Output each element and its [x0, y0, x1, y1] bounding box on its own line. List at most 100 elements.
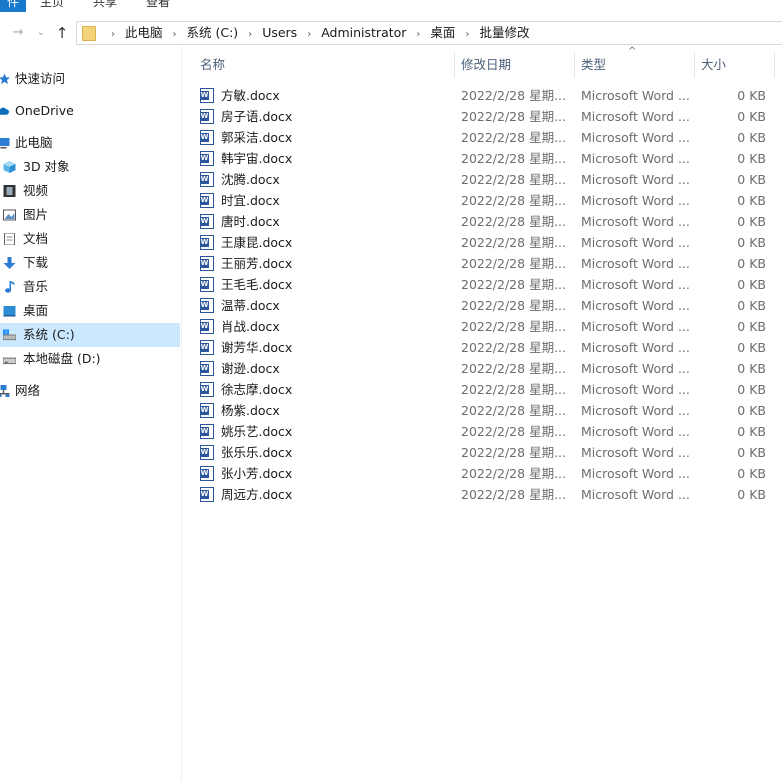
file-type: Microsoft Word ...	[581, 319, 690, 334]
sidebar-item-pictures[interactable]: 图片	[0, 203, 180, 227]
drive-d-icon	[3, 357, 16, 365]
word-document-icon	[200, 319, 214, 334]
sidebar-item-local-disk-d[interactable]: 本地磁盘 (D:)	[0, 347, 180, 371]
breadcrumb-item-system-c[interactable]: 系统 (C:)	[187, 22, 239, 44]
cube-icon	[3, 161, 16, 173]
sidebar-item-videos[interactable]: 视频	[0, 179, 180, 203]
table-row[interactable]: 张小芳.docx 2022/2/28 星期... Microsoft Word ..…	[196, 463, 782, 484]
recent-locations-chevron-icon[interactable]: ⌄	[31, 23, 51, 43]
file-date: 2022/2/28 星期...	[461, 487, 566, 502]
column-separator[interactable]	[574, 52, 575, 78]
sidebar-item-system-c[interactable]: 系统 (C:)	[0, 323, 180, 347]
table-row[interactable]: 徐志摩.docx 2022/2/28 星期... Microsoft Word ..…	[196, 379, 782, 400]
column-separator[interactable]	[454, 52, 455, 78]
table-row[interactable]: 姚乐艺.docx 2022/2/28 星期... Microsoft Word ..…	[196, 421, 782, 442]
column-header-size[interactable]: 大小	[701, 52, 771, 78]
file-date: 2022/2/28 星期...	[461, 277, 566, 292]
file-size: 0 KB	[737, 214, 766, 229]
table-row[interactable]: 王毛毛.docx 2022/2/28 星期... Microsoft Word ..…	[196, 274, 782, 295]
column-separator[interactable]	[774, 52, 775, 78]
table-row[interactable]: 唐时.docx 2022/2/28 星期... Microsoft Word ...…	[196, 211, 782, 232]
file-date: 2022/2/28 星期...	[461, 466, 566, 481]
sidebar-item-3d-objects[interactable]: 3D 对象	[0, 155, 180, 179]
table-row[interactable]: 沈腾.docx 2022/2/28 星期... Microsoft Word ...…	[196, 169, 782, 190]
table-row[interactable]: 张乐乐.docx 2022/2/28 星期... Microsoft Word ..…	[196, 442, 782, 463]
file-type: Microsoft Word ...	[581, 151, 690, 166]
table-row[interactable]: 肖战.docx 2022/2/28 星期... Microsoft Word ...…	[196, 316, 782, 337]
forward-arrow-icon[interactable]: →	[8, 23, 28, 43]
breadcrumb-item-this-pc[interactable]: 此电脑	[125, 22, 163, 44]
sidebar-item-label: 视频	[23, 183, 49, 198]
word-document-icon	[200, 214, 214, 229]
word-document-icon	[200, 256, 214, 271]
table-row[interactable]: 时宜.docx 2022/2/28 星期... Microsoft Word ...…	[196, 190, 782, 211]
sidebar-item-desktop[interactable]: 桌面	[0, 299, 180, 323]
column-header-date[interactable]: 修改日期	[461, 52, 571, 78]
file-name: 谢芳华.docx	[221, 340, 293, 355]
table-row[interactable]: 方敏.docx 2022/2/28 星期... Microsoft Word ...…	[196, 85, 782, 106]
column-header-type[interactable]: 类型	[581, 52, 691, 78]
sidebar-item-quick-access[interactable]: 快速访问	[0, 67, 180, 91]
file-name: 沈腾.docx	[221, 172, 280, 187]
table-row[interactable]: 谢逊.docx 2022/2/28 星期... Microsoft Word ...…	[196, 358, 782, 379]
file-size: 0 KB	[737, 298, 766, 313]
word-document-icon	[200, 466, 214, 481]
file-type: Microsoft Word ...	[581, 214, 690, 229]
breadcrumb-item-batch-edit[interactable]: 批量修改	[479, 22, 529, 44]
breadcrumb: › 此电脑 › 系统 (C:) › Users › Administrator › 桌面 › 批量修改	[101, 22, 529, 44]
file-size: 0 KB	[737, 88, 766, 103]
file-type: Microsoft Word ...	[581, 361, 690, 376]
breadcrumb-item-administrator[interactable]: Administrator	[321, 22, 406, 44]
table-row[interactable]: 房子语.docx 2022/2/28 星期... Microsoft Word ..…	[196, 106, 782, 127]
pane-divider[interactable]	[181, 46, 182, 781]
sidebar-item-onedrive[interactable]: OneDrive	[0, 99, 180, 123]
sidebar-item-documents[interactable]: 文档	[0, 227, 180, 251]
file-name: 郭采洁.docx	[221, 130, 293, 145]
table-row[interactable]: 韩宇宙.docx 2022/2/28 星期... Microsoft Word ..…	[196, 148, 782, 169]
table-row[interactable]: 郭采洁.docx 2022/2/28 星期... Microsoft Word ..…	[196, 127, 782, 148]
file-size: 0 KB	[737, 109, 766, 124]
file-date: 2022/2/28 星期...	[461, 298, 566, 313]
sidebar-item-label: OneDrive	[15, 103, 74, 118]
breadcrumb-item-desktop[interactable]: 桌面	[430, 22, 455, 44]
film-icon	[3, 185, 16, 197]
drive-c-icon	[3, 329, 16, 341]
sidebar-item-music[interactable]: 音乐	[0, 275, 180, 299]
column-separator[interactable]	[694, 52, 695, 78]
up-arrow-icon[interactable]: ↑	[52, 23, 72, 43]
table-row[interactable]: 王康昆.docx 2022/2/28 星期... Microsoft Word ..…	[196, 232, 782, 253]
file-type: Microsoft Word ...	[581, 424, 690, 439]
tab-file[interactable]: 件	[0, 0, 26, 12]
table-row[interactable]: 谢芳华.docx 2022/2/28 星期... Microsoft Word ..…	[196, 337, 782, 358]
file-type: Microsoft Word ...	[581, 445, 690, 460]
table-row[interactable]: 周远方.docx 2022/2/28 星期... Microsoft Word ..…	[196, 484, 782, 505]
word-document-icon	[200, 487, 214, 502]
sidebar-item-label: 音乐	[23, 279, 49, 294]
navigation-bar: → ⌄ ↑ › 此电脑 › 系统 (C:) › Users › Administrator › 桌…	[0, 20, 782, 46]
word-document-icon	[200, 382, 214, 397]
sidebar-item-label: 系统 (C:)	[23, 327, 75, 342]
breadcrumb-separator: ›	[465, 29, 470, 40]
tab-home[interactable]: 主页	[40, 0, 64, 10]
file-type: Microsoft Word ...	[581, 466, 690, 481]
file-size: 0 KB	[737, 445, 766, 460]
star-icon	[0, 73, 10, 84]
column-header-name[interactable]: 名称	[200, 52, 450, 78]
music-icon	[5, 281, 15, 293]
table-row[interactable]: 杨紫.docx 2022/2/28 星期... Microsoft Word ...…	[196, 400, 782, 421]
address-bar[interactable]: › 此电脑 › 系统 (C:) › Users › Administrator › 桌面 › 批量修改	[76, 21, 782, 45]
breadcrumb-item-users[interactable]: Users	[262, 22, 297, 44]
breadcrumb-separator: ›	[248, 29, 253, 40]
file-type: Microsoft Word ...	[581, 256, 690, 271]
file-type: Microsoft Word ...	[581, 382, 690, 397]
sidebar-item-downloads[interactable]: 下载	[0, 251, 180, 275]
sidebar-item-network[interactable]: 网络	[0, 379, 180, 403]
table-row[interactable]: 温蒂.docx 2022/2/28 星期... Microsoft Word ...…	[196, 295, 782, 316]
tab-view[interactable]: 查看	[146, 0, 170, 10]
breadcrumb-separator: ›	[111, 29, 115, 40]
document-icon	[4, 233, 15, 245]
tab-share[interactable]: 共享	[93, 0, 117, 10]
sidebar-item-label: 下载	[23, 255, 49, 270]
sidebar-item-this-pc[interactable]: 此电脑	[0, 131, 180, 155]
table-row[interactable]: 王丽芳.docx 2022/2/28 星期... Microsoft Word ..…	[196, 253, 782, 274]
